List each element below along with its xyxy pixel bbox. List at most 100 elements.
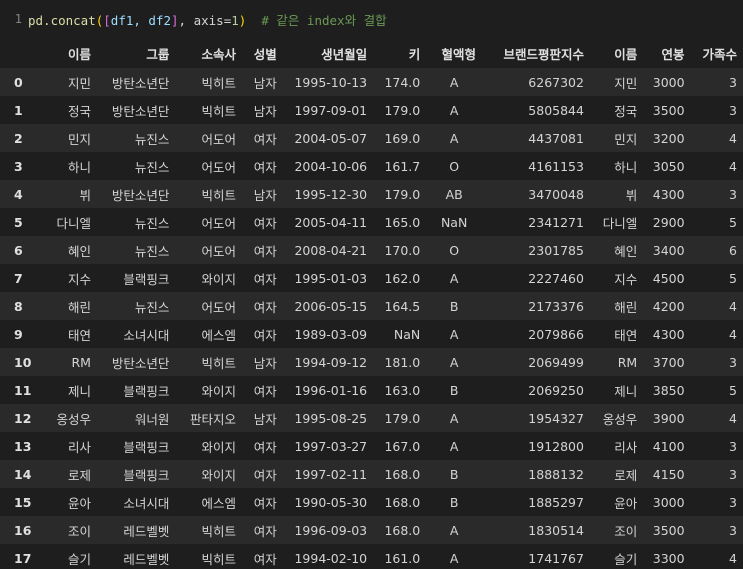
table-cell: 2004-05-07 [294, 130, 368, 146]
table-row: 16 조이 레드벨벳 빅히트 여자 1996-09-03 168.0 A 1830514 조이 35… [0, 516, 743, 544]
table-cell: 리사 [614, 439, 638, 455]
table-cell: 여자 [253, 271, 277, 287]
table-cell: 4300 [652, 326, 685, 342]
table-row: 10 RM 방탄소년단 빅히트 남자 1994-09-12 181.0 A 2069499 RM 3… [0, 348, 743, 376]
table-cell: 1990-05-30 [294, 494, 368, 510]
table-cell: 3300 [652, 550, 685, 566]
row-index: 3 [14, 158, 23, 174]
table-cell: 남자 [253, 187, 277, 203]
table-cell: 2069499 [528, 354, 584, 370]
table-cell: 1997-09-01 [294, 102, 368, 118]
column-header: 성별 [242, 38, 283, 68]
table-cell: 에스엠 [201, 495, 237, 511]
table-cell: 뉴진스 [134, 131, 170, 147]
table-cell: 168.0 [384, 494, 421, 510]
table-cell: 조이 [67, 523, 91, 539]
table-cell: 해린 [67, 299, 91, 315]
dataframe-table: 이름 그룹 소속사 성별 생년월일 키 혈액형 브랜드평판지수 이름 연봉 가족수 0 지민 방탄소년단… [0, 38, 743, 569]
table-row: 5 다니엘 뉴진스 어도어 여자 2005-04-11 165.0 NaN 2341271 다니엘… [0, 208, 743, 236]
table-cell: 뉴진스 [134, 159, 170, 175]
table-cell: 2341271 [528, 214, 584, 230]
table-row: 6 혜인 뉴진스 어도어 여자 2008-04-21 170.0 O 2301785 혜인 3400… [0, 236, 743, 264]
table-cell: 와이지 [201, 439, 237, 455]
table-cell: 옹성우 [56, 411, 91, 427]
code-number: 1 [231, 12, 239, 28]
table-cell: 방탄소년단 [111, 187, 170, 203]
table-cell: 빅히트 [201, 355, 237, 371]
table-cell: 리사 [67, 439, 91, 455]
column-header: 생년월일 [282, 38, 374, 68]
table-cell: 태연 [67, 327, 91, 343]
table-cell: 2079866 [528, 326, 584, 342]
table-cell: 지민 [67, 75, 91, 91]
table-cell: 남자 [253, 103, 277, 119]
table-cell: 2173376 [528, 298, 584, 314]
table-cell: B [449, 382, 459, 398]
table-cell: 1830514 [528, 522, 584, 538]
table-cell: 와이지 [201, 271, 237, 287]
table-row: 17 슬기 레드벨벳 빅히트 여자 1994-02-10 161.0 A 1741767 슬기 33… [0, 544, 743, 569]
row-index: 12 [14, 410, 32, 426]
table-cell: 4161153 [528, 158, 584, 174]
table-cell: B [449, 298, 459, 314]
table-cell: RM [71, 354, 91, 370]
row-index: 7 [14, 270, 23, 286]
table-cell: 여자 [253, 467, 277, 483]
table-cell: 빅히트 [201, 103, 237, 119]
table-cell: 161.7 [384, 158, 421, 174]
column-header: 소속사 [175, 38, 243, 68]
table-row: 9 태연 소녀시대 에스엠 여자 1989-03-09 NaN A 2079866 태연 4300 4 [0, 320, 743, 348]
table-cell: 3500 [652, 102, 685, 118]
code-cell[interactable]: 1 pd.concat([df1, df2], axis=1) # 같은 ind… [0, 0, 743, 39]
table-cell: 여자 [253, 439, 277, 455]
table-cell: 블랙핑크 [123, 271, 170, 287]
table-cell: 3 [729, 466, 737, 482]
table-cell: 지민 [614, 75, 638, 91]
table-cell: 3400 [652, 242, 685, 258]
table-cell: A [449, 410, 459, 426]
table-cell: O [449, 242, 460, 258]
table-cell: 3 [729, 494, 737, 510]
table-cell: A [449, 74, 459, 90]
table-cell: 5805844 [528, 102, 584, 118]
table-cell: 6 [729, 242, 737, 258]
code-line[interactable]: pd.concat([df1, df2], axis=1) # 같은 index… [28, 10, 387, 29]
table-cell: 남자 [253, 411, 277, 427]
table-cell: 어도어 [201, 299, 237, 315]
table-cell: 167.0 [384, 438, 421, 454]
table-row: 11 제니 블랙핑크 와이지 여자 1996-01-16 163.0 B 2069250 제니 38… [0, 376, 743, 404]
table-cell: 로제 [67, 467, 91, 483]
table-row: 4 뷔 방탄소년단 빅히트 남자 1995-12-30 179.0 AB 3470048 뷔 430… [0, 180, 743, 208]
table-cell: 4200 [652, 298, 685, 314]
table-cell: 2004-10-06 [294, 158, 368, 174]
row-index: 0 [14, 74, 23, 90]
table-row: 13 리사 블랙핑크 와이지 여자 1997-03-27 167.0 A 1912800 리사 41… [0, 432, 743, 460]
table-cell: 에스엠 [201, 327, 237, 343]
table-cell: 1995-10-13 [294, 74, 368, 90]
table-cell: 1989-03-09 [294, 326, 368, 342]
table-cell: 1995-01-03 [294, 270, 368, 286]
table-cell: 3850 [652, 382, 685, 398]
table-cell: 방탄소년단 [111, 75, 170, 91]
table-cell: 다니엘 [602, 215, 638, 231]
table-cell: A [449, 102, 459, 118]
table-cell: 여자 [253, 159, 277, 175]
table-row: 12 옹성우 워너원 판타지오 남자 1995-08-25 179.0 A 1954327 옹성우… [0, 404, 743, 432]
row-index: 11 [14, 382, 32, 398]
row-index: 16 [14, 522, 32, 538]
table-cell: 민지 [67, 131, 91, 147]
table-cell: 블랙핑크 [123, 467, 170, 483]
table-cell: 워너원 [134, 411, 170, 427]
table-cell: 1888132 [528, 466, 584, 482]
table-cell: 6267302 [528, 74, 584, 90]
table-cell: 어도어 [201, 243, 237, 259]
column-header: 그룹 [96, 38, 176, 68]
table-cell: 1996-01-16 [294, 382, 368, 398]
table-cell: 4 [729, 410, 737, 426]
table-cell: 2301785 [528, 242, 584, 258]
table-cell: 와이지 [201, 467, 237, 483]
row-index: 8 [14, 298, 23, 314]
table-cell: 168.0 [384, 466, 421, 482]
table-row: 3 하니 뉴진스 어도어 여자 2004-10-06 161.7 O 4161153 하니 3050… [0, 152, 743, 180]
line-number: 1 [14, 12, 22, 26]
